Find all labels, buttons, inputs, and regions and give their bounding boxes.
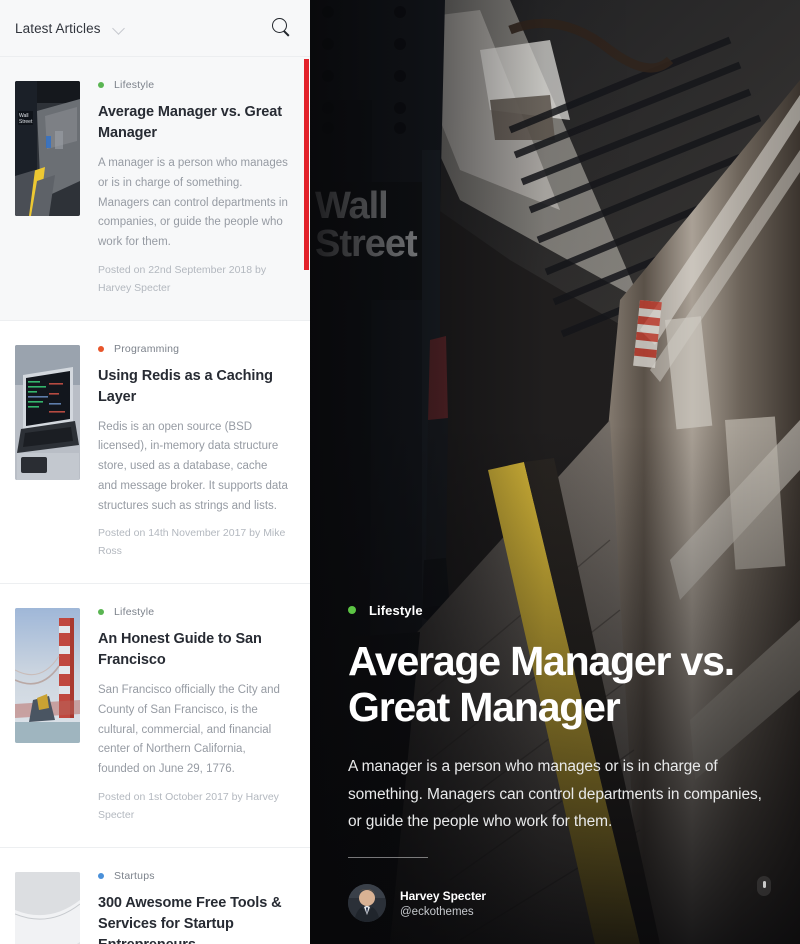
search-icon[interactable] [272, 18, 292, 38]
article-body: Startups 300 Awesome Free Tools & Servic… [98, 870, 288, 944]
article-list: Wall Street Lifestyle Average Manager vs… [0, 57, 310, 944]
article-meta: Posted on 22nd September 2018 by Harvey … [98, 263, 267, 294]
hero-title[interactable]: Average Manager vs. Great Manager [348, 638, 770, 731]
category-dot-icon [98, 82, 104, 88]
article-title[interactable]: Average Manager vs. Great Manager [98, 102, 288, 144]
page-root: Latest Articles Wall Street Lifestyle Av… [0, 0, 800, 944]
category-label: Programming [114, 342, 180, 355]
article-category[interactable]: Lifestyle [98, 606, 288, 618]
article-body: Lifestyle Average Manager vs. Great Mana… [98, 79, 288, 298]
list-item[interactable]: Wall Street Lifestyle Average Manager vs… [0, 57, 310, 321]
article-title[interactable]: Using Redis as a Caching Layer [98, 366, 288, 408]
article-excerpt: Redis is an open source (BSD licensed), … [98, 420, 288, 512]
list-item[interactable]: Programming Using Redis as a Caching Lay… [0, 320, 310, 585]
author-name: Harvey Specter [400, 888, 486, 903]
scroll-down-indicator[interactable] [757, 876, 771, 896]
article-thumbnail: Wall Street [15, 81, 80, 216]
article-category[interactable]: Programming [98, 343, 288, 355]
article-thumbnail [15, 608, 80, 744]
category-dot-icon [98, 872, 104, 879]
latest-articles-sidebar: Latest Articles Wall Street Lifestyle Av… [0, 0, 310, 944]
category-label: Startups [114, 869, 155, 882]
article-category[interactable]: Lifestyle [98, 79, 288, 91]
hero-author[interactable]: Harvey Specter @eckothemes [348, 884, 486, 922]
article-excerpt: San Francisco officially the City and Co… [98, 684, 280, 776]
hero-category[interactable]: Lifestyle [348, 603, 770, 618]
article-title[interactable]: An Honest Guide to San Francisco [98, 629, 288, 671]
list-item[interactable]: Startups 300 Awesome Free Tools & Servic… [0, 847, 310, 944]
chevron-down-icon[interactable] [113, 22, 126, 35]
author-info: Harvey Specter @eckothemes [400, 889, 486, 918]
category-dot-icon [98, 345, 104, 352]
svg-text:Street: Street [19, 119, 33, 125]
hero-category-label: Lifestyle [369, 602, 423, 618]
category-label: Lifestyle [114, 606, 155, 619]
article-thumbnail [15, 871, 80, 944]
sidebar-title: Latest Articles [15, 20, 101, 36]
article-excerpt: A manager is a person who manages or is … [98, 157, 288, 249]
category-label: Lifestyle [114, 79, 155, 91]
article-title[interactable]: 300 Awesome Free Tools & Services for St… [98, 893, 288, 944]
hero-content: Lifestyle Average Manager vs. Great Mana… [348, 603, 770, 836]
article-category[interactable]: Startups [98, 870, 288, 882]
category-dot-icon [98, 609, 104, 616]
author-handle: @eckothemes [400, 905, 474, 918]
list-item[interactable]: Lifestyle An Honest Guide to San Francis… [0, 584, 310, 848]
avatar [348, 884, 386, 922]
article-body: Programming Using Redis as a Caching Lay… [98, 343, 288, 562]
article-meta: Posted on 14th November 2017 by Mike Ros… [98, 527, 286, 558]
article-meta: Posted on 1st October 2017 by Harvey Spe… [98, 790, 279, 821]
article-body: Lifestyle An Honest Guide to San Francis… [98, 606, 288, 825]
article-thumbnail [15, 344, 80, 480]
category-dot-icon [348, 606, 356, 615]
hero-excerpt: A manager is a person who manages or is … [348, 758, 762, 831]
divider [348, 857, 428, 858]
active-article-accent-bar [304, 59, 309, 270]
sidebar-header: Latest Articles [0, 0, 310, 57]
featured-article-hero[interactable]: Wall Street Lifest [310, 0, 800, 944]
